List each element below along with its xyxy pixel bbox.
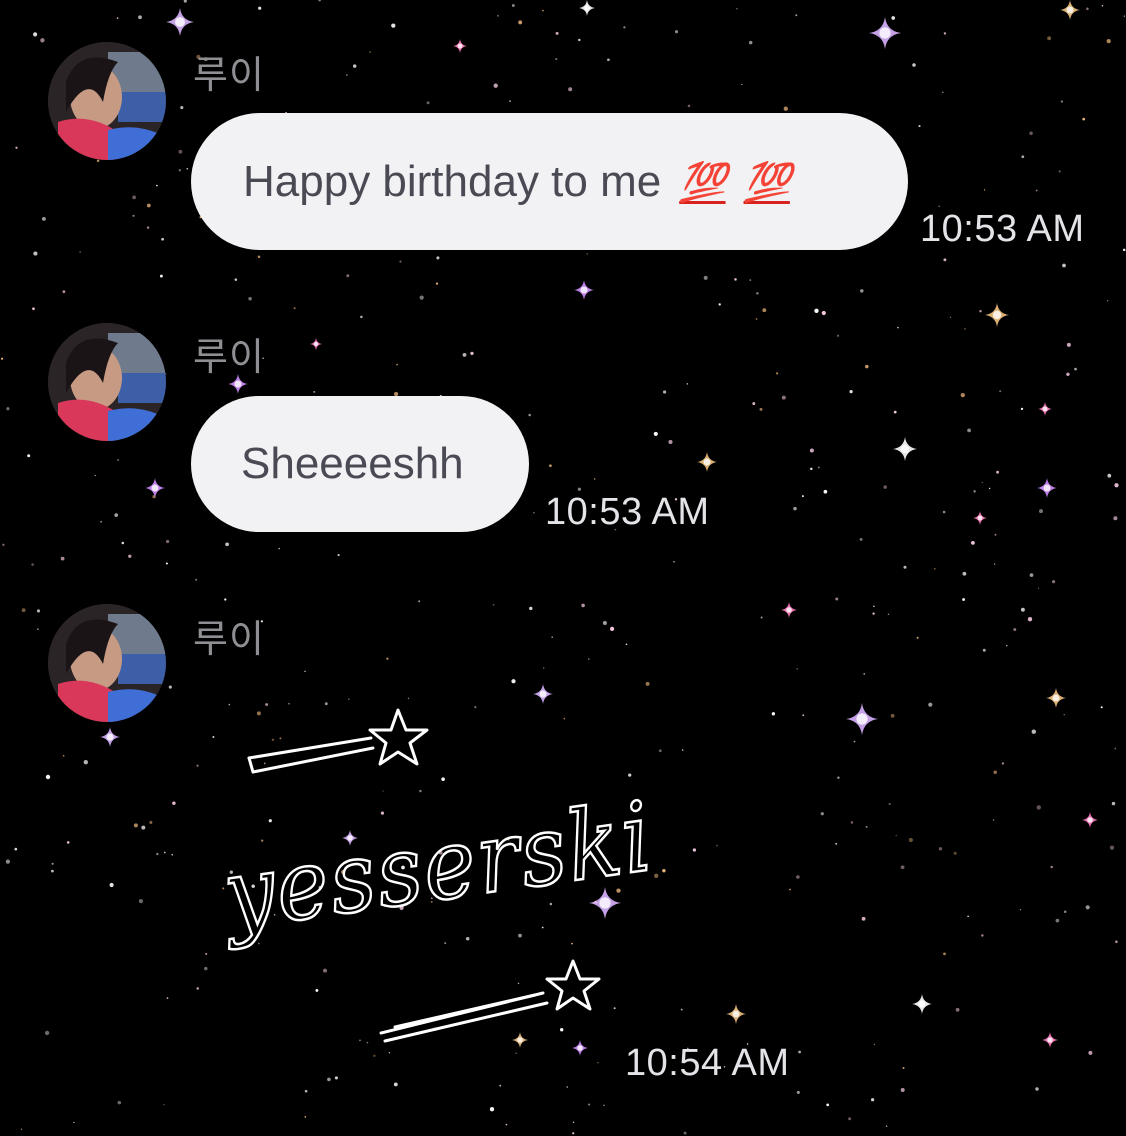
message-bubble[interactable]: Happy birthday to me 💯 💯 bbox=[191, 113, 908, 250]
avatar-photo bbox=[48, 323, 166, 441]
sender-name: 루이 bbox=[193, 335, 265, 379]
sender-name: 루이 bbox=[193, 617, 265, 661]
avatar-photo bbox=[48, 604, 166, 722]
avatar[interactable] bbox=[48, 42, 166, 160]
shooting-star-icon bbox=[379, 959, 601, 1043]
hundred-points-emoji: 💯 bbox=[679, 158, 726, 204]
message-timestamp: 10:53 AM bbox=[920, 208, 1085, 250]
avatar[interactable] bbox=[48, 323, 166, 441]
message-bubble[interactable]: Sheeeeshh bbox=[191, 396, 529, 532]
chat-screen: 루이 Happy birthday to me 💯 💯 10:53 AM 루이 … bbox=[0, 0, 1126, 1136]
hundred-points-emoji: 💯 bbox=[743, 158, 791, 204]
avatar[interactable] bbox=[48, 604, 166, 722]
message-timestamp: 10:54 AM bbox=[625, 1042, 790, 1084]
sticker-word: yesserski bbox=[216, 779, 661, 952]
avatar-photo bbox=[48, 42, 166, 160]
shooting-star-icon bbox=[247, 708, 429, 774]
message-text: Happy birthday to me bbox=[243, 156, 662, 206]
sticker-message[interactable]: yesserski bbox=[215, 695, 661, 1055]
sender-name: 루이 bbox=[193, 53, 265, 97]
message-timestamp: 10:53 AM bbox=[545, 491, 710, 533]
message-text: Sheeeeshh bbox=[241, 439, 464, 488]
